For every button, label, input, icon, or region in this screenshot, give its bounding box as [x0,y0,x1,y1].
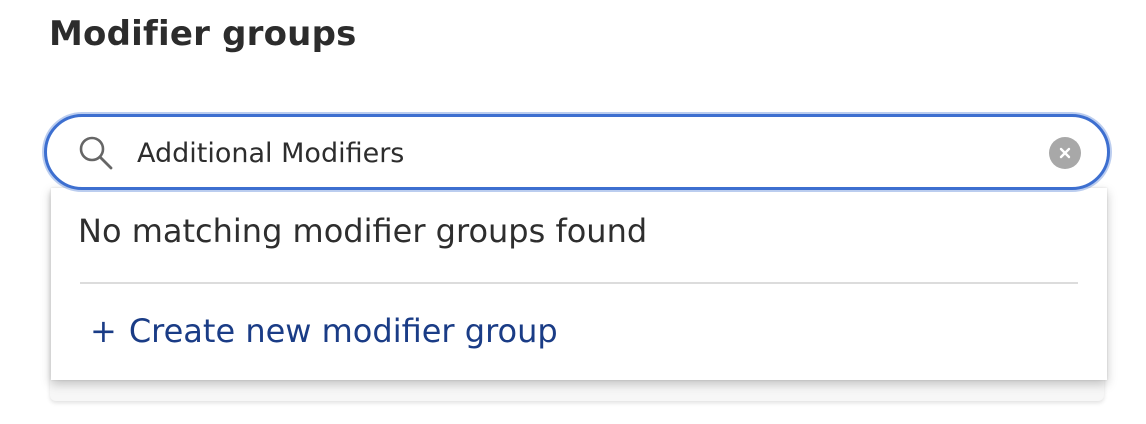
clear-search-button[interactable] [1049,137,1081,169]
search-field[interactable] [44,114,1110,190]
divider [80,282,1078,284]
create-link-label: Create new modifier group [128,312,558,350]
plus-icon: + [90,312,117,350]
close-icon [1059,147,1071,159]
search-results-dropdown: No matching modifier groups found + Creat… [51,188,1107,380]
search-input[interactable] [137,131,1017,175]
section-title: Modifier groups [49,14,357,54]
search-icon [78,135,114,171]
create-modifier-group-link[interactable]: + Create new modifier group [90,312,558,350]
no-results-message: No matching modifier groups found [78,212,648,250]
page: Modifier groups No matching modifier gro… [0,0,1146,424]
